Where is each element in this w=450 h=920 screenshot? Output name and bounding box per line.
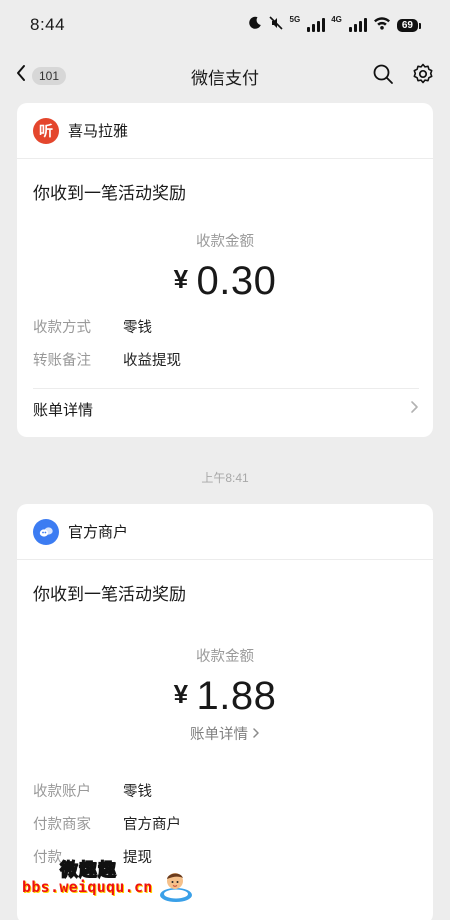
detail-row: 转账备注 收益提现 xyxy=(33,343,417,376)
status-time: 8:44 xyxy=(30,15,66,34)
message-timestamp: 上午8:41 xyxy=(201,471,249,485)
amount-value: 0.30 xyxy=(196,259,277,303)
detail-row: 收款方式 零钱 xyxy=(33,310,417,343)
bill-details-label: 账单详情 xyxy=(189,727,248,743)
amount-label: 收款金额 xyxy=(196,234,254,250)
mute-icon xyxy=(268,15,284,36)
status-bar: 8:44 5G 4G 69 xyxy=(0,0,450,50)
site-watermark: 微趣趣 bbs.weiququ.cn xyxy=(22,856,202,906)
network-label-4g: 4G xyxy=(331,14,342,24)
official-merchant-logo-icon xyxy=(33,518,59,545)
detail-row: 付款商家 官方商户 xyxy=(33,807,417,840)
signal-icon-2 xyxy=(348,18,367,32)
row-value: 零钱 xyxy=(123,784,152,800)
row-value: 收益提现 xyxy=(123,353,181,369)
row-value: 官方商户 xyxy=(123,817,181,833)
detail-rows: 收款方式 零钱 转账备注 收益提现 xyxy=(17,310,433,376)
amount-display: ¥0.30 xyxy=(17,259,433,304)
chevron-right-icon xyxy=(252,727,260,743)
detail-row: 收款账户 零钱 xyxy=(33,774,417,807)
network-label-5g: 5G xyxy=(289,14,301,24)
mascot-icon xyxy=(158,866,194,909)
row-key: 付款商家 xyxy=(33,817,91,833)
amount-value: 1.88 xyxy=(196,674,277,718)
wifi-icon xyxy=(373,16,391,35)
moon-icon xyxy=(248,16,262,35)
row-key: 转账备注 xyxy=(33,353,91,369)
card-header[interactable]: 听 喜马拉雅 xyxy=(17,103,433,159)
payment-notification-card-1[interactable]: 听 喜马拉雅 你收到一笔活动奖励 收款金额 ¥0.30 收款方式 零钱 转账备注… xyxy=(17,103,433,437)
settings-gear-icon[interactable] xyxy=(412,63,434,90)
row-key: 收款方式 xyxy=(33,320,91,336)
notification-title: 你收到一笔活动奖励 xyxy=(33,184,186,203)
amount-label: 收款金额 xyxy=(196,649,254,665)
bill-details-link[interactable]: 账单详情 xyxy=(17,723,433,744)
ximalaya-logo-icon: 听 xyxy=(33,117,59,144)
merchant-name: 喜马拉雅 xyxy=(68,123,129,140)
row-value: 零钱 xyxy=(123,320,152,336)
signal-icon xyxy=(307,18,326,32)
search-icon[interactable] xyxy=(372,63,394,90)
bill-details-link[interactable]: 账单详情 xyxy=(33,388,419,429)
merchant-name: 官方商户 xyxy=(68,524,129,541)
currency-symbol: ¥ xyxy=(173,264,189,294)
currency-symbol: ¥ xyxy=(173,679,189,709)
status-icons: 5G 4G 69 xyxy=(248,14,422,36)
card-header[interactable]: 官方商户 xyxy=(17,504,433,560)
battery-indicator: 69 xyxy=(396,18,422,32)
watermark-url: bbs.weiququ.cn xyxy=(22,878,153,896)
chevron-right-icon xyxy=(409,399,419,419)
amount-display: ¥1.88 xyxy=(17,674,433,719)
bill-details-label: 账单详情 xyxy=(33,401,94,419)
row-key: 收款账户 xyxy=(33,784,91,800)
nav-actions xyxy=(372,63,434,90)
notification-title: 你收到一笔活动奖励 xyxy=(33,585,186,604)
nav-bar: 101 微信支付 xyxy=(0,50,450,100)
